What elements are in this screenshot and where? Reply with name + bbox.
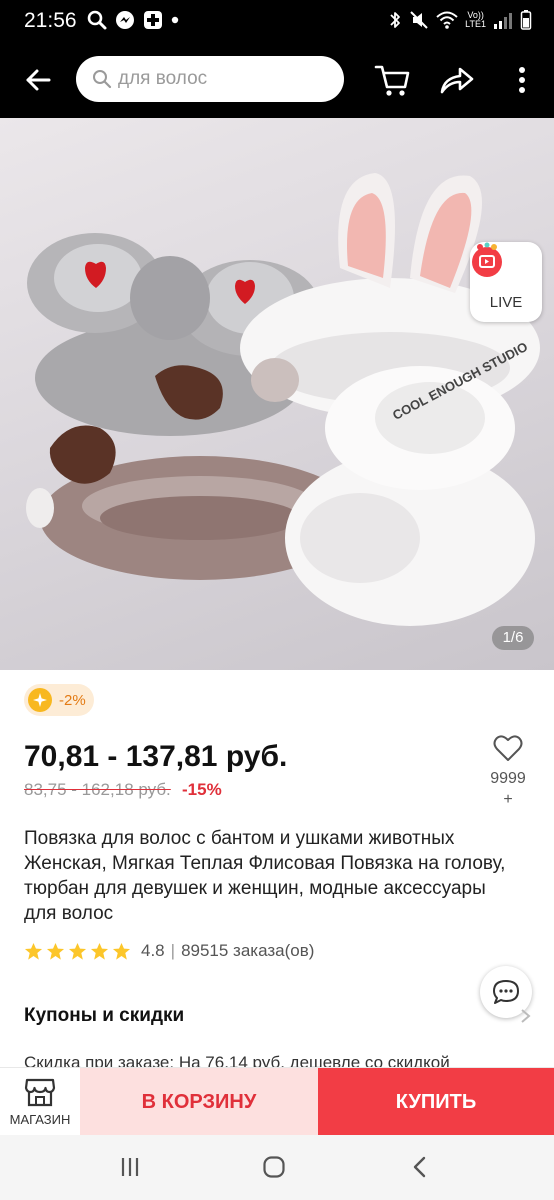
star-icon <box>112 942 131 960</box>
share-button[interactable] <box>436 60 476 100</box>
more-vertical-icon <box>519 67 525 93</box>
product-photo: COOL ENOUGH STUDIO <box>26 173 540 626</box>
discount-percent: -15% <box>182 780 222 799</box>
product-price: 70,81 - 137,81 руб. <box>24 740 288 773</box>
messenger-icon <box>116 11 134 29</box>
coupons-title[interactable]: Купоны и скидки <box>24 1005 184 1027</box>
wifi-icon <box>436 11 458 29</box>
back-nav-icon[interactable] <box>408 1155 432 1179</box>
home-icon[interactable] <box>262 1155 286 1179</box>
star-icon <box>68 942 87 960</box>
share-icon <box>440 67 474 94</box>
discount-badge-text: -2% <box>59 691 86 709</box>
search-placeholder: для волос <box>118 68 208 89</box>
chat-icon <box>493 980 519 1004</box>
product-title: Повязка для волос с бантом и ушками живо… <box>24 828 506 924</box>
heart-icon <box>493 735 523 761</box>
battery-icon <box>520 10 532 30</box>
mute-icon <box>410 11 428 29</box>
top-app-bar: для волос <box>0 40 554 118</box>
rating-value: 4.8 <box>141 941 165 960</box>
status-bar: 21:56 Vo)) LTE1 <box>0 0 554 40</box>
rating-row[interactable]: 4.8 | 89515 заказа(ов) <box>24 940 314 962</box>
rating-stars <box>24 942 131 961</box>
coupon-discount-text: Скидка при заказе: На 76,14 руб. дешевле… <box>24 1053 450 1068</box>
cart-button[interactable] <box>372 60 412 100</box>
recent-apps-icon[interactable] <box>118 1155 142 1179</box>
back-button[interactable] <box>20 62 56 98</box>
dot-icon <box>171 16 179 24</box>
bluetooth-icon <box>390 12 401 28</box>
rating-separator: | <box>170 941 176 960</box>
add-to-cart-button[interactable]: В КОРЗИНУ <box>80 1068 318 1136</box>
buy-now-button[interactable]: КУПИТЬ <box>318 1068 554 1136</box>
star-icon <box>90 942 109 960</box>
system-navigation-bar <box>0 1135 554 1200</box>
search-icon <box>87 10 107 30</box>
wishlist-plus: + <box>503 791 513 808</box>
arrow-left-icon <box>26 69 51 91</box>
cart-icon <box>374 65 410 96</box>
status-notification-icons <box>86 8 180 32</box>
image-counter: 1/6 <box>492 626 534 650</box>
live-button[interactable]: LIVE <box>470 242 542 322</box>
status-system-icons: Vo)) LTE1 <box>388 8 532 32</box>
product-image-gallery[interactable]: COOL ENOUGH STUDIO LIVE 1/6 <box>0 118 554 670</box>
signal-icon <box>494 13 512 29</box>
live-label: LIVE <box>489 294 523 311</box>
store-label: МАГАЗИН <box>9 1112 71 1127</box>
volte-indicator: Vo)) LTE1 <box>465 10 486 29</box>
search-input[interactable]: для волос <box>76 56 344 102</box>
store-icon <box>24 1078 56 1107</box>
more-button[interactable] <box>504 60 540 100</box>
star-icon <box>24 942 43 960</box>
wishlist-button[interactable]: 9999 + <box>484 734 532 811</box>
original-price: 83,75 - 162,18 руб. <box>24 780 171 799</box>
search-icon <box>93 70 112 89</box>
app-icon <box>144 11 162 29</box>
store-button[interactable]: МАГАЗИН <box>0 1068 80 1136</box>
discount-badge[interactable]: -2% <box>24 684 94 716</box>
star-icon <box>46 942 65 960</box>
status-time: 21:56 <box>24 9 77 32</box>
coin-icon <box>28 688 52 712</box>
orders-count: 89515 заказа(ов) <box>181 941 315 960</box>
live-tv-icon <box>472 242 502 277</box>
bottom-action-bar: МАГАЗИН В КОРЗИНУ КУПИТЬ <box>0 1067 554 1136</box>
wishlist-count: 9999 <box>490 770 526 787</box>
chevron-right-icon[interactable] <box>518 1004 534 1028</box>
